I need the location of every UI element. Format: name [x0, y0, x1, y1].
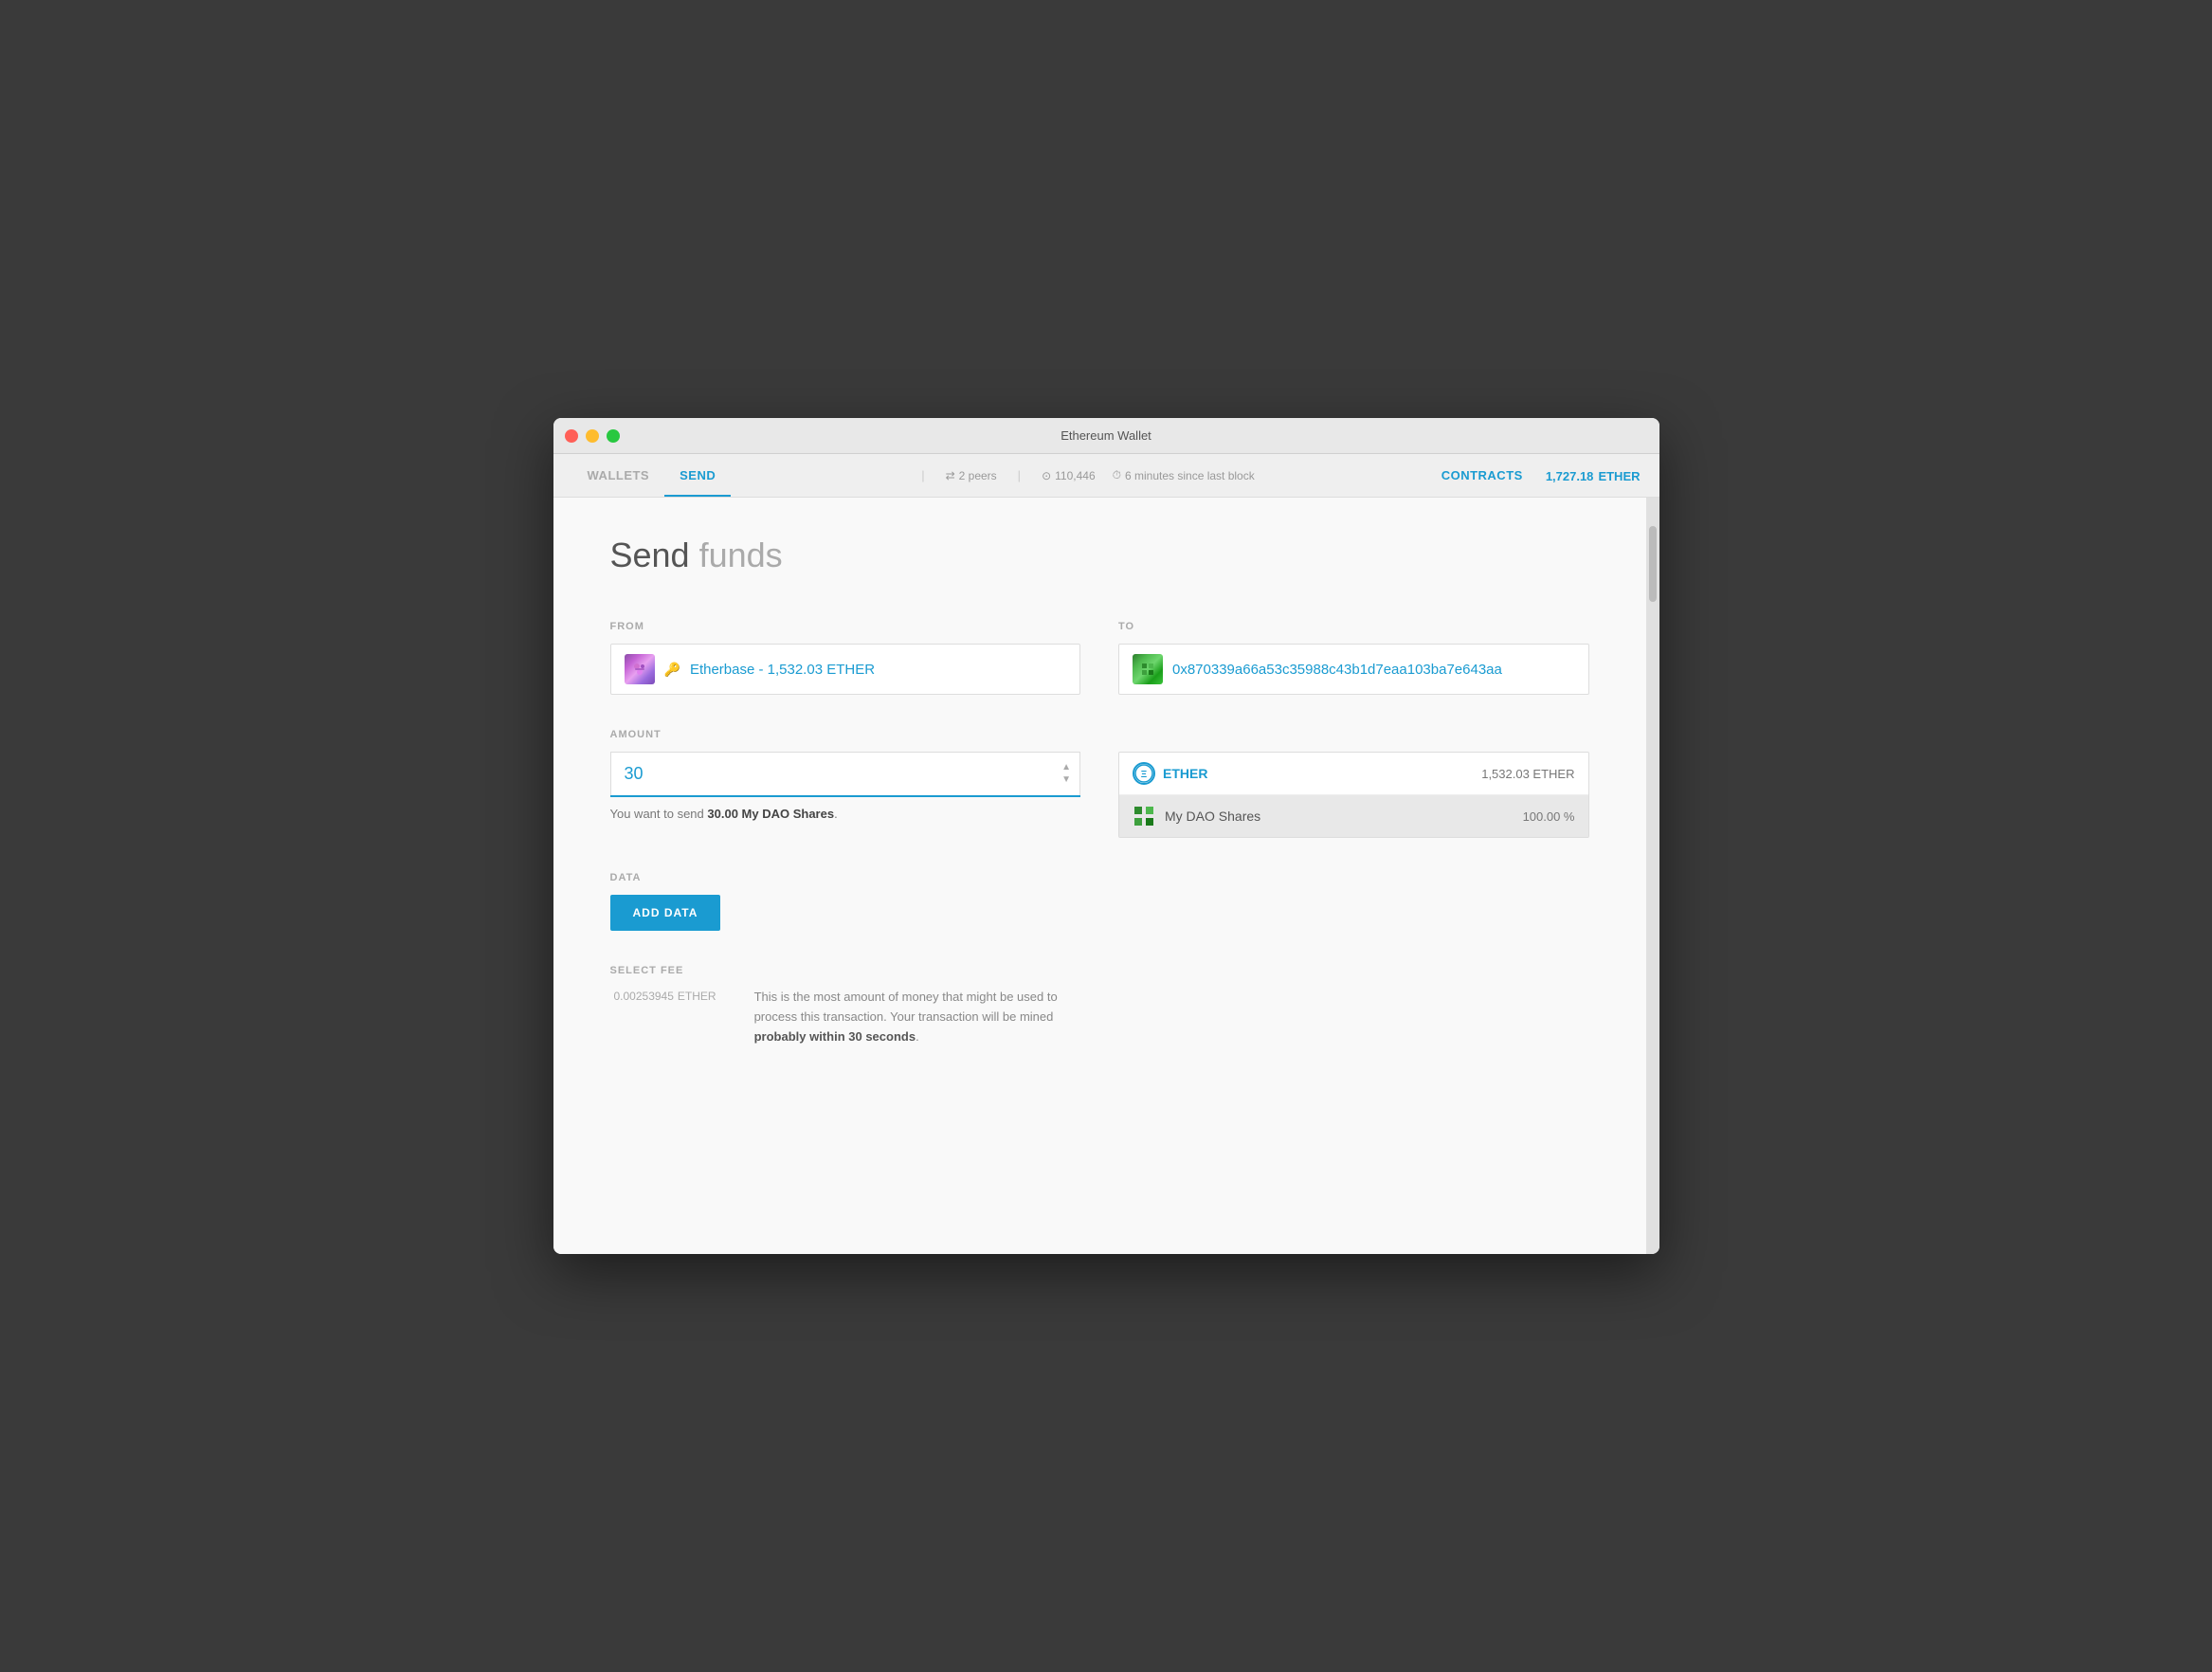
tab-wallets[interactable]: WALLETS — [572, 454, 665, 497]
stepper-down[interactable]: ▼ — [1061, 774, 1071, 785]
time-status: ⏱ 6 minutes since last block — [1113, 468, 1255, 482]
amount-stepper[interactable]: ▲ ▼ — [1061, 762, 1071, 785]
svg-text:Ξ: Ξ — [1141, 770, 1148, 780]
add-data-button[interactable]: ADD DATA — [610, 895, 721, 931]
currency-list: Ξ ETHER 1,532.03 ETHER — [1118, 752, 1589, 838]
peers-icon: ⇄ — [946, 469, 955, 482]
minimize-button[interactable] — [586, 429, 599, 443]
amount-hint: You want to send 30.00 My DAO Shares. — [610, 807, 1081, 821]
data-section: DATA ADD DATA — [610, 872, 1589, 931]
from-to-row: FROM 🔑 Etherbase - 1,532.03 ETHER — [610, 621, 1589, 695]
main-content: Send funds FROM 🔑 — [553, 498, 1646, 1254]
stepper-up[interactable]: ▲ — [1061, 762, 1071, 772]
to-avatar — [1133, 654, 1163, 684]
blocks-status: ⊙ 110,446 — [1042, 469, 1096, 482]
fee-section: SELECT FEE 0.00253945ETHER This is the m… — [610, 965, 1589, 1046]
ether-label: Ξ ETHER — [1133, 762, 1472, 785]
status-bar: | ⇄ 2 peers | ⊙ 110,446 ⏱ 6 minutes sinc… — [731, 468, 1441, 482]
data-label: DATA — [610, 872, 1589, 883]
divider-2: | — [1014, 468, 1024, 482]
fee-description: This is the most amount of money that mi… — [754, 988, 1589, 1046]
to-col: TO 0x870339a66a53c35988c43b1d7eaa103ba7e… — [1118, 621, 1589, 695]
ether-icon: Ξ — [1133, 762, 1155, 785]
to-address: 0x870339a66a53c35988c43b1d7eaa103ba7e643… — [1172, 662, 1502, 678]
fee-label: SELECT FEE — [610, 965, 1589, 976]
currency-col: Ξ ETHER 1,532.03 ETHER — [1118, 752, 1589, 838]
etherbase-avatar — [625, 654, 655, 684]
maximize-button[interactable] — [607, 429, 620, 443]
navbar: WALLETS SEND | ⇄ 2 peers | ⊙ 110,446 ⏱ 6… — [553, 454, 1659, 498]
amount-section: AMOUNT ▲ ▼ You want to send 30.00 My DAO… — [610, 729, 1589, 838]
divider-1: | — [917, 468, 928, 482]
ether-amount: 1,532.03 ETHER — [1481, 767, 1574, 781]
dao-amount: 100.00 % — [1523, 809, 1575, 824]
page-title: Send funds — [610, 536, 1589, 575]
amount-label: AMOUNT — [610, 729, 1589, 740]
dao-avatar — [1133, 805, 1155, 827]
scrollbar[interactable] — [1646, 498, 1659, 1254]
currency-ether[interactable]: Ξ ETHER 1,532.03 ETHER — [1119, 753, 1588, 795]
to-label: TO — [1118, 621, 1589, 632]
scrollbar-thumb[interactable] — [1649, 526, 1657, 602]
peers-status: ⇄ 2 peers — [946, 469, 997, 482]
nav-contracts[interactable]: CONTRACTS — [1441, 468, 1523, 482]
fee-value: 0.00253945ETHER — [610, 988, 716, 1005]
close-button[interactable] — [565, 429, 578, 443]
fee-row: 0.00253945ETHER This is the most amount … — [610, 988, 1589, 1046]
dao-label: My DAO Shares — [1165, 809, 1514, 824]
fee-value-col: 0.00253945ETHER — [610, 988, 716, 1005]
from-col: FROM 🔑 Etherbase - 1,532.03 ETHER — [610, 621, 1081, 695]
key-icon: 🔑 — [664, 662, 680, 678]
from-address: Etherbase - 1,532.03 ETHER — [690, 662, 875, 678]
blocks-icon: ⊙ — [1042, 469, 1051, 482]
tab-send[interactable]: SEND — [664, 454, 731, 497]
amount-row: ▲ ▼ You want to send 30.00 My DAO Shares… — [610, 752, 1589, 838]
currency-dao[interactable]: My DAO Shares 100.00 % — [1119, 795, 1588, 837]
to-field[interactable]: 0x870339a66a53c35988c43b1d7eaa103ba7e643… — [1118, 644, 1589, 695]
app-window: Ethereum Wallet WALLETS SEND | ⇄ 2 peers… — [553, 418, 1659, 1254]
window-title: Ethereum Wallet — [1061, 428, 1151, 443]
clock-icon: ⏱ — [1113, 468, 1121, 482]
amount-input[interactable] — [610, 752, 1081, 795]
from-label: FROM — [610, 621, 1081, 632]
nav-balance: 1,727.18 ETHER — [1546, 465, 1641, 485]
titlebar: Ethereum Wallet — [553, 418, 1659, 454]
amount-input-col: ▲ ▼ You want to send 30.00 My DAO Shares… — [610, 752, 1081, 821]
amount-input-wrapper: ▲ ▼ — [610, 752, 1081, 797]
window-controls — [565, 429, 620, 443]
from-field[interactable]: 🔑 Etherbase - 1,532.03 ETHER — [610, 644, 1081, 695]
